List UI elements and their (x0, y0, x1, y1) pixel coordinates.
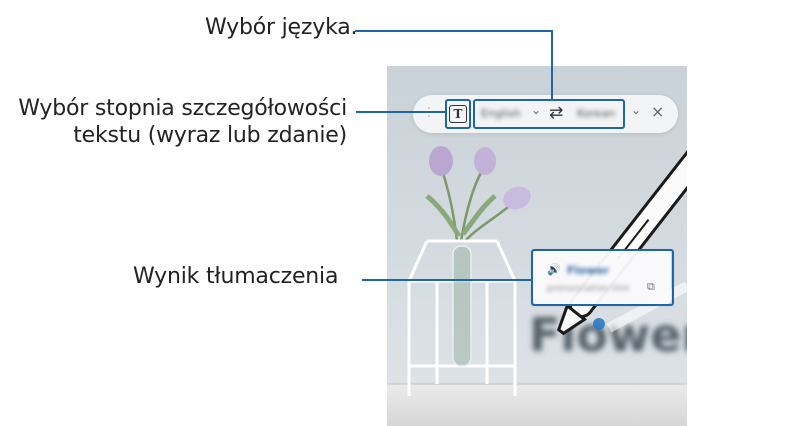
leader-language-horizontal (355, 30, 552, 32)
callout-language-selection: Wybór języka. (205, 15, 358, 40)
callout-translation-result: Wynik tłumaczenia (133, 264, 339, 289)
leader-granularity (356, 111, 446, 113)
leader-language-vertical (551, 30, 553, 100)
callout-granularity-line2: tekstu (wyraz lub zdanie) (73, 123, 347, 148)
target-dropdown-chevron-icon: ⌄ (631, 103, 642, 117)
leader-translation-result (362, 279, 532, 281)
close-icon[interactable]: × (651, 102, 664, 121)
callout-granularity-line1: Wybór stopnia szczegółowości (18, 96, 347, 121)
callout-granularity: Wybór stopnia szczegółowości tekstu (wyr… (0, 95, 347, 149)
language-highlight (473, 99, 625, 129)
illustration-stage: Wybór języka. Wybór stopnia szczegółowoś… (0, 0, 787, 426)
granularity-highlight (445, 99, 471, 129)
translation-result-highlight (531, 249, 674, 306)
photo-blurred-word: Flower (529, 308, 687, 362)
